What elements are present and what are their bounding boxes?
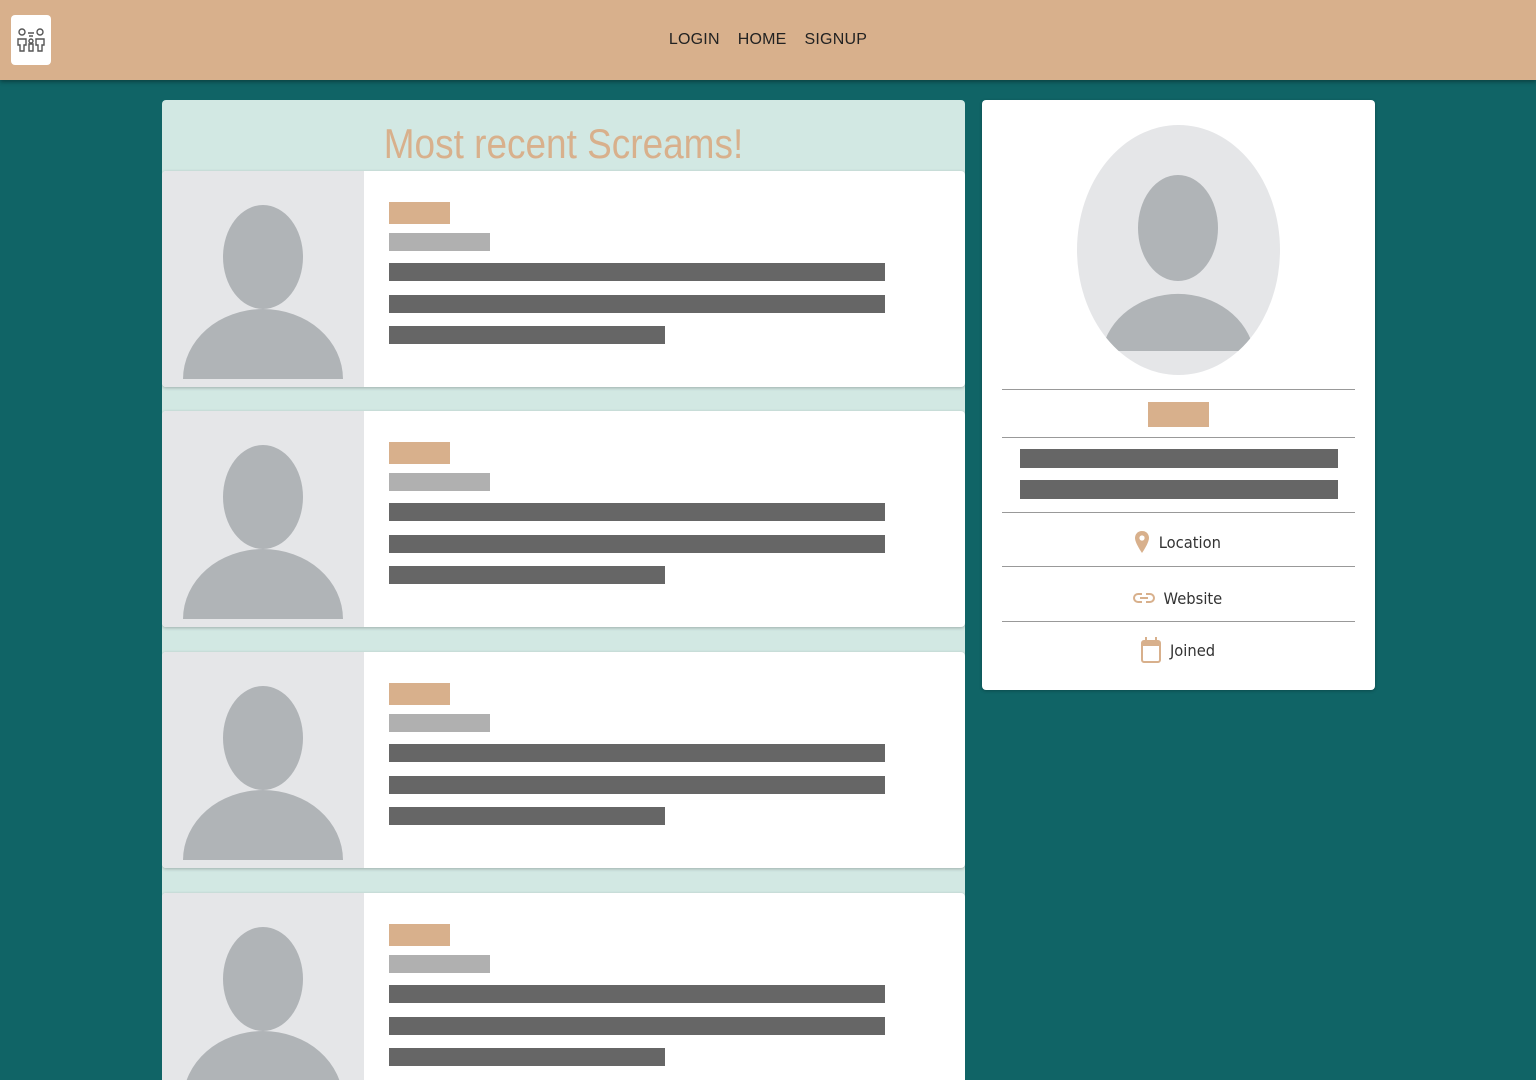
skeleton-text-line — [389, 263, 885, 281]
skeleton-text-line — [389, 985, 885, 1003]
skeleton-bio-line — [1020, 480, 1338, 499]
divider — [1002, 437, 1355, 438]
skeleton-text-line — [389, 1017, 885, 1035]
skeleton-date — [389, 233, 490, 251]
divider — [1002, 621, 1355, 622]
nav-login-link[interactable]: LOGIN — [660, 25, 729, 55]
profile-website-row: Website — [982, 586, 1375, 610]
scream-card-skeleton[interactable] — [162, 652, 965, 868]
card-avatar — [162, 411, 364, 627]
skeleton-text-line — [389, 326, 665, 344]
skeleton-profile-handle — [1148, 402, 1209, 427]
user-placeholder-icon — [186, 927, 340, 1080]
website-label[interactable]: Website — [1163, 589, 1222, 608]
nav-links: LOGIN HOME SIGNUP — [0, 0, 1536, 80]
skeleton-handle — [389, 442, 450, 464]
user-placeholder-icon — [183, 205, 343, 379]
scream-card-skeleton[interactable] — [162, 171, 965, 387]
location-label: Location — [1158, 532, 1221, 552]
profile-joined-row: Joined — [982, 637, 1375, 663]
skeleton-text-line — [389, 744, 885, 762]
top-navbar: LOGIN HOME SIGNUP — [0, 0, 1536, 80]
divider — [1002, 512, 1355, 513]
skeleton-text-line — [389, 535, 885, 553]
skeleton-text-line — [389, 295, 885, 313]
skeleton-text-line — [389, 503, 885, 521]
profile-avatar — [1077, 125, 1280, 375]
scream-card-skeleton[interactable] — [162, 893, 965, 1080]
skeleton-date — [389, 473, 490, 491]
link-icon — [1132, 593, 1155, 603]
card-avatar — [162, 652, 364, 868]
location-pin-icon — [1134, 531, 1149, 553]
card-avatar — [162, 171, 364, 387]
divider — [1002, 389, 1355, 390]
scream-feed: Most recent Screams! — [162, 100, 965, 1080]
skeleton-bio-line — [1020, 449, 1338, 468]
skeleton-handle — [389, 924, 450, 946]
profile-card-skeleton: Location Website Joined — [982, 100, 1375, 690]
skeleton-date — [389, 714, 490, 732]
skeleton-handle — [389, 202, 450, 224]
profile-location-row: Location — [982, 530, 1375, 554]
divider — [1002, 566, 1355, 567]
skeleton-text-line — [389, 776, 885, 794]
scream-card-skeleton[interactable] — [162, 411, 965, 627]
calendar-icon — [1140, 637, 1161, 663]
skeleton-text-line — [389, 807, 665, 825]
nav-signup-link[interactable]: SIGNUP — [796, 25, 877, 55]
skeleton-text-line — [389, 1048, 665, 1066]
user-placeholder-icon — [183, 686, 343, 860]
feed-title: Most recent Screams! — [383, 120, 744, 167]
nav-home-link[interactable]: HOME — [729, 25, 796, 55]
user-placeholder-icon — [1102, 175, 1254, 351]
joined-label: Joined — [1169, 640, 1216, 660]
skeleton-handle — [389, 683, 450, 705]
user-placeholder-icon — [183, 445, 343, 619]
skeleton-date — [389, 955, 490, 973]
card-avatar — [162, 893, 364, 1080]
skeleton-text-line — [389, 566, 665, 584]
